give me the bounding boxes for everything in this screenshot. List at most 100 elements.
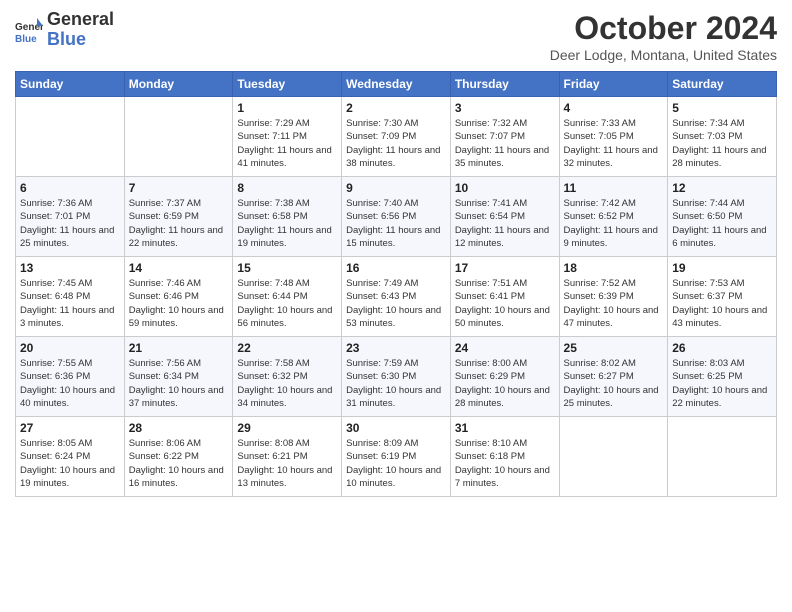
day-number: 25 xyxy=(564,341,664,355)
day-number: 2 xyxy=(346,101,446,115)
day-info: Sunrise: 8:06 AM Sunset: 6:22 PM Dayligh… xyxy=(129,437,229,490)
day-info: Sunrise: 7:46 AM Sunset: 6:46 PM Dayligh… xyxy=(129,277,229,330)
week-row-0: 1Sunrise: 7:29 AM Sunset: 7:11 PM Daylig… xyxy=(16,97,777,177)
day-info: Sunrise: 7:38 AM Sunset: 6:58 PM Dayligh… xyxy=(237,197,337,250)
day-number: 15 xyxy=(237,261,337,275)
day-number: 20 xyxy=(20,341,120,355)
calendar-cell: 7Sunrise: 7:37 AM Sunset: 6:59 PM Daylig… xyxy=(124,177,233,257)
calendar-cell xyxy=(668,417,777,497)
day-info: Sunrise: 7:44 AM Sunset: 6:50 PM Dayligh… xyxy=(672,197,772,250)
week-row-1: 6 Sunrise: 7:36 AM Sunset: 7:01 PM Daylig… xyxy=(16,177,777,257)
day-number: 30 xyxy=(346,421,446,435)
day-number: 26 xyxy=(672,341,772,355)
calendar-cell: 1Sunrise: 7:29 AM Sunset: 7:11 PM Daylig… xyxy=(233,97,342,177)
location: Deer Lodge, Montana, United States xyxy=(550,47,777,63)
calendar-cell: 8 Sunrise: 7:38 AM Sunset: 6:58 PM Daylig… xyxy=(233,177,342,257)
day-info: Sunrise: 7:55 AM Sunset: 6:36 PM Dayligh… xyxy=(20,357,120,410)
day-info: Sunrise: 7:52 AM Sunset: 6:39 PM Dayligh… xyxy=(564,277,664,330)
calendar-cell: 4 Sunrise: 7:33 AM Sunset: 7:05 PM Daylig… xyxy=(559,97,668,177)
calendar-cell xyxy=(124,97,233,177)
weekday-sunday: Sunday xyxy=(16,72,125,97)
week-row-4: 27Sunrise: 8:05 AM Sunset: 6:24 PM Dayli… xyxy=(16,417,777,497)
calendar-cell: 26Sunrise: 8:03 AM Sunset: 6:25 PM Dayli… xyxy=(668,337,777,417)
calendar-cell: 19Sunrise: 7:53 AM Sunset: 6:37 PM Dayli… xyxy=(668,257,777,337)
day-info: Sunrise: 8:09 AM Sunset: 6:19 PM Dayligh… xyxy=(346,437,446,490)
day-number: 22 xyxy=(237,341,337,355)
day-info: Sunrise: 7:32 AM Sunset: 7:07 PM Dayligh… xyxy=(455,117,555,170)
calendar-cell: 12Sunrise: 7:44 AM Sunset: 6:50 PM Dayli… xyxy=(668,177,777,257)
day-number: 9 xyxy=(346,181,446,195)
calendar-cell: 14Sunrise: 7:46 AM Sunset: 6:46 PM Dayli… xyxy=(124,257,233,337)
calendar-cell: 22 Sunrise: 7:58 AM Sunset: 6:32 PM Dayli… xyxy=(233,337,342,417)
calendar-cell: 24Sunrise: 8:00 AM Sunset: 6:29 PM Dayli… xyxy=(450,337,559,417)
calendar-cell: 9 Sunrise: 7:40 AM Sunset: 6:56 PM Daylig… xyxy=(342,177,451,257)
day-number: 17 xyxy=(455,261,555,275)
calendar-cell: 16 Sunrise: 7:49 AM Sunset: 6:43 PM Dayli… xyxy=(342,257,451,337)
day-info: Sunrise: 7:42 AM Sunset: 6:52 PM Dayligh… xyxy=(564,197,664,250)
calendar-cell: 10Sunrise: 7:41 AM Sunset: 6:54 PM Dayli… xyxy=(450,177,559,257)
day-number: 4 xyxy=(564,101,664,115)
day-number: 31 xyxy=(455,421,555,435)
day-number: 3 xyxy=(455,101,555,115)
day-number: 5 xyxy=(672,101,772,115)
day-info: Sunrise: 7:51 AM Sunset: 6:41 PM Dayligh… xyxy=(455,277,555,330)
calendar-cell: 20 Sunrise: 7:55 AM Sunset: 6:36 PM Dayli… xyxy=(16,337,125,417)
calendar-cell: 21Sunrise: 7:56 AM Sunset: 6:34 PM Dayli… xyxy=(124,337,233,417)
day-info: Sunrise: 7:53 AM Sunset: 6:37 PM Dayligh… xyxy=(672,277,772,330)
day-number: 6 xyxy=(20,181,120,195)
logo-icon: General Blue xyxy=(15,16,43,44)
day-info: Sunrise: 7:33 AM Sunset: 7:05 PM Dayligh… xyxy=(564,117,664,170)
weekday-friday: Friday xyxy=(559,72,668,97)
calendar-cell: 23Sunrise: 7:59 AM Sunset: 6:30 PM Dayli… xyxy=(342,337,451,417)
calendar-cell: 17 Sunrise: 7:51 AM Sunset: 6:41 PM Dayli… xyxy=(450,257,559,337)
weekday-thursday: Thursday xyxy=(450,72,559,97)
day-number: 10 xyxy=(455,181,555,195)
weekday-wednesday: Wednesday xyxy=(342,72,451,97)
logo-line2: Blue xyxy=(47,30,114,50)
calendar-cell: 13 Sunrise: 7:45 AM Sunset: 6:48 PM Dayli… xyxy=(16,257,125,337)
calendar-cell: 31 Sunrise: 8:10 AM Sunset: 6:18 PM Dayli… xyxy=(450,417,559,497)
weekday-saturday: Saturday xyxy=(668,72,777,97)
day-info: Sunrise: 7:48 AM Sunset: 6:44 PM Dayligh… xyxy=(237,277,337,330)
day-info: Sunrise: 7:58 AM Sunset: 6:32 PM Dayligh… xyxy=(237,357,337,410)
day-info: Sunrise: 7:37 AM Sunset: 6:59 PM Dayligh… xyxy=(129,197,229,250)
calendar-cell: 15 Sunrise: 7:48 AM Sunset: 6:44 PM Dayli… xyxy=(233,257,342,337)
calendar-cell: 29 Sunrise: 8:08 AM Sunset: 6:21 PM Dayli… xyxy=(233,417,342,497)
title-block: October 2024 Deer Lodge, Montana, United… xyxy=(550,10,777,63)
calendar-cell: 2 Sunrise: 7:30 AM Sunset: 7:09 PM Daylig… xyxy=(342,97,451,177)
day-info: Sunrise: 8:10 AM Sunset: 6:18 PM Dayligh… xyxy=(455,437,555,490)
calendar-body: 1Sunrise: 7:29 AM Sunset: 7:11 PM Daylig… xyxy=(16,97,777,497)
weekday-header-row: SundayMondayTuesdayWednesdayThursdayFrid… xyxy=(16,72,777,97)
day-info: Sunrise: 8:08 AM Sunset: 6:21 PM Dayligh… xyxy=(237,437,337,490)
day-info: Sunrise: 7:49 AM Sunset: 6:43 PM Dayligh… xyxy=(346,277,446,330)
calendar-cell: 30 Sunrise: 8:09 AM Sunset: 6:19 PM Dayli… xyxy=(342,417,451,497)
day-number: 18 xyxy=(564,261,664,275)
day-info: Sunrise: 8:00 AM Sunset: 6:29 PM Dayligh… xyxy=(455,357,555,410)
calendar-cell: 28 Sunrise: 8:06 AM Sunset: 6:22 PM Dayli… xyxy=(124,417,233,497)
day-number: 16 xyxy=(346,261,446,275)
day-info: Sunrise: 7:56 AM Sunset: 6:34 PM Dayligh… xyxy=(129,357,229,410)
day-number: 13 xyxy=(20,261,120,275)
day-number: 8 xyxy=(237,181,337,195)
logo: General Blue General Blue xyxy=(15,10,114,50)
day-info: Sunrise: 7:40 AM Sunset: 6:56 PM Dayligh… xyxy=(346,197,446,250)
weekday-monday: Monday xyxy=(124,72,233,97)
calendar-table: SundayMondayTuesdayWednesdayThursdayFrid… xyxy=(15,71,777,497)
day-info: Sunrise: 7:36 AM Sunset: 7:01 PM Dayligh… xyxy=(20,197,120,250)
calendar-cell xyxy=(16,97,125,177)
page-header: General Blue General Blue October 2024 D… xyxy=(15,10,777,63)
day-info: Sunrise: 8:05 AM Sunset: 6:24 PM Dayligh… xyxy=(20,437,120,490)
day-info: Sunrise: 7:34 AM Sunset: 7:03 PM Dayligh… xyxy=(672,117,772,170)
day-info: Sunrise: 7:30 AM Sunset: 7:09 PM Dayligh… xyxy=(346,117,446,170)
day-info: Sunrise: 7:45 AM Sunset: 6:48 PM Dayligh… xyxy=(20,277,120,330)
day-number: 28 xyxy=(129,421,229,435)
day-info: Sunrise: 7:29 AM Sunset: 7:11 PM Dayligh… xyxy=(237,117,337,170)
logo-text: General Blue xyxy=(47,10,114,50)
day-info: Sunrise: 7:59 AM Sunset: 6:30 PM Dayligh… xyxy=(346,357,446,410)
calendar-cell: 6 Sunrise: 7:36 AM Sunset: 7:01 PM Daylig… xyxy=(16,177,125,257)
calendar-cell: 18 Sunrise: 7:52 AM Sunset: 6:39 PM Dayli… xyxy=(559,257,668,337)
day-number: 29 xyxy=(237,421,337,435)
calendar-cell: 11Sunrise: 7:42 AM Sunset: 6:52 PM Dayli… xyxy=(559,177,668,257)
week-row-3: 20 Sunrise: 7:55 AM Sunset: 6:36 PM Dayli… xyxy=(16,337,777,417)
calendar-cell: 5 Sunrise: 7:34 AM Sunset: 7:03 PM Daylig… xyxy=(668,97,777,177)
